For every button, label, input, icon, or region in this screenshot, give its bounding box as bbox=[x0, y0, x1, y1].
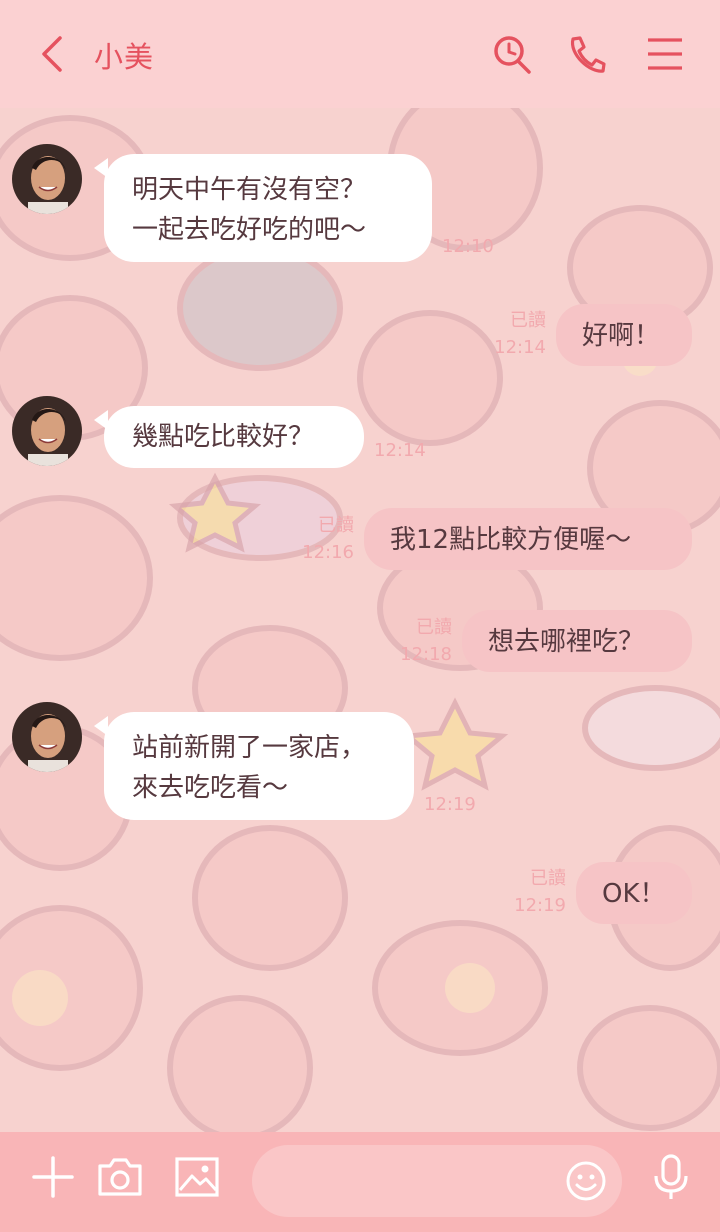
add-button[interactable] bbox=[28, 1152, 78, 1202]
microphone-icon bbox=[654, 1154, 688, 1199]
message-text: 站前新開了一家店， bbox=[132, 733, 367, 763]
menu-button[interactable] bbox=[644, 30, 688, 78]
message-bubble[interactable]: 我12點比較方便喔～ bbox=[364, 508, 692, 570]
contact-photo bbox=[12, 396, 82, 466]
message-text: 一起去吃好吃的吧～ bbox=[132, 215, 367, 245]
camera-icon bbox=[98, 1158, 142, 1196]
avatar[interactable] bbox=[12, 702, 82, 772]
message-bubble[interactable]: OK！ bbox=[576, 862, 692, 924]
message-bubble[interactable]: 幾點吃比較好？ bbox=[104, 406, 364, 468]
message-time: 12:14 bbox=[494, 337, 546, 358]
message-bubble[interactable]: 想去哪裡吃？ bbox=[462, 610, 692, 672]
emoji-icon[interactable] bbox=[564, 1159, 608, 1203]
read-receipt: 已讀 bbox=[416, 617, 452, 638]
message-text: 我12點比較方便喔～ bbox=[390, 525, 632, 555]
chat-screen: 小美 明天中午有沒有空？ 一起去吃好吃的吧～ 12:10 已讀 12:14 好啊… bbox=[0, 0, 720, 1232]
avatar[interactable] bbox=[12, 396, 82, 466]
call-button[interactable] bbox=[564, 30, 608, 78]
read-receipt: 已讀 bbox=[318, 515, 354, 536]
contact-name[interactable]: 小美 bbox=[94, 34, 154, 76]
microphone-button[interactable] bbox=[646, 1152, 696, 1202]
back-button[interactable] bbox=[32, 30, 76, 78]
chevron-left-icon bbox=[42, 36, 62, 72]
message-input[interactable] bbox=[276, 1163, 560, 1201]
read-receipt: 已讀 bbox=[510, 310, 546, 331]
message-input-box[interactable] bbox=[252, 1145, 622, 1217]
message-text: 想去哪裡吃？ bbox=[488, 627, 645, 657]
message-bubble[interactable]: 明天中午有沒有空？ 一起去吃好吃的吧～ bbox=[104, 154, 432, 262]
avatar[interactable] bbox=[12, 144, 82, 214]
phone-icon bbox=[571, 36, 606, 73]
message-time: 12:10 bbox=[442, 236, 494, 257]
message-time: 12:14 bbox=[374, 440, 426, 461]
menu-icon bbox=[648, 38, 682, 70]
plus-icon bbox=[32, 1156, 74, 1198]
message-bubble[interactable]: 好啊！ bbox=[556, 304, 692, 366]
message-text: OK！ bbox=[602, 879, 666, 909]
message-text: 幾點吃比較好？ bbox=[132, 422, 315, 452]
image-button[interactable] bbox=[172, 1152, 222, 1202]
search-button[interactable] bbox=[490, 30, 534, 78]
message-text: 來去吃吃看～ bbox=[132, 773, 289, 803]
message-time: 12:18 bbox=[400, 644, 452, 665]
contact-photo bbox=[12, 144, 82, 214]
image-icon bbox=[175, 1157, 219, 1197]
contact-photo bbox=[12, 702, 82, 772]
message-time: 12:19 bbox=[514, 895, 566, 916]
read-receipt: 已讀 bbox=[530, 868, 566, 889]
search-icon bbox=[494, 36, 531, 74]
message-bubble[interactable]: 站前新開了一家店， 來去吃吃看～ bbox=[104, 712, 414, 820]
message-text: 明天中午有沒有空？ bbox=[132, 175, 367, 205]
message-text: 好啊！ bbox=[582, 321, 661, 351]
message-time: 12:19 bbox=[424, 794, 476, 815]
camera-button[interactable] bbox=[95, 1152, 145, 1202]
message-time: 12:16 bbox=[302, 542, 354, 563]
chat-header: 小美 bbox=[0, 0, 720, 108]
